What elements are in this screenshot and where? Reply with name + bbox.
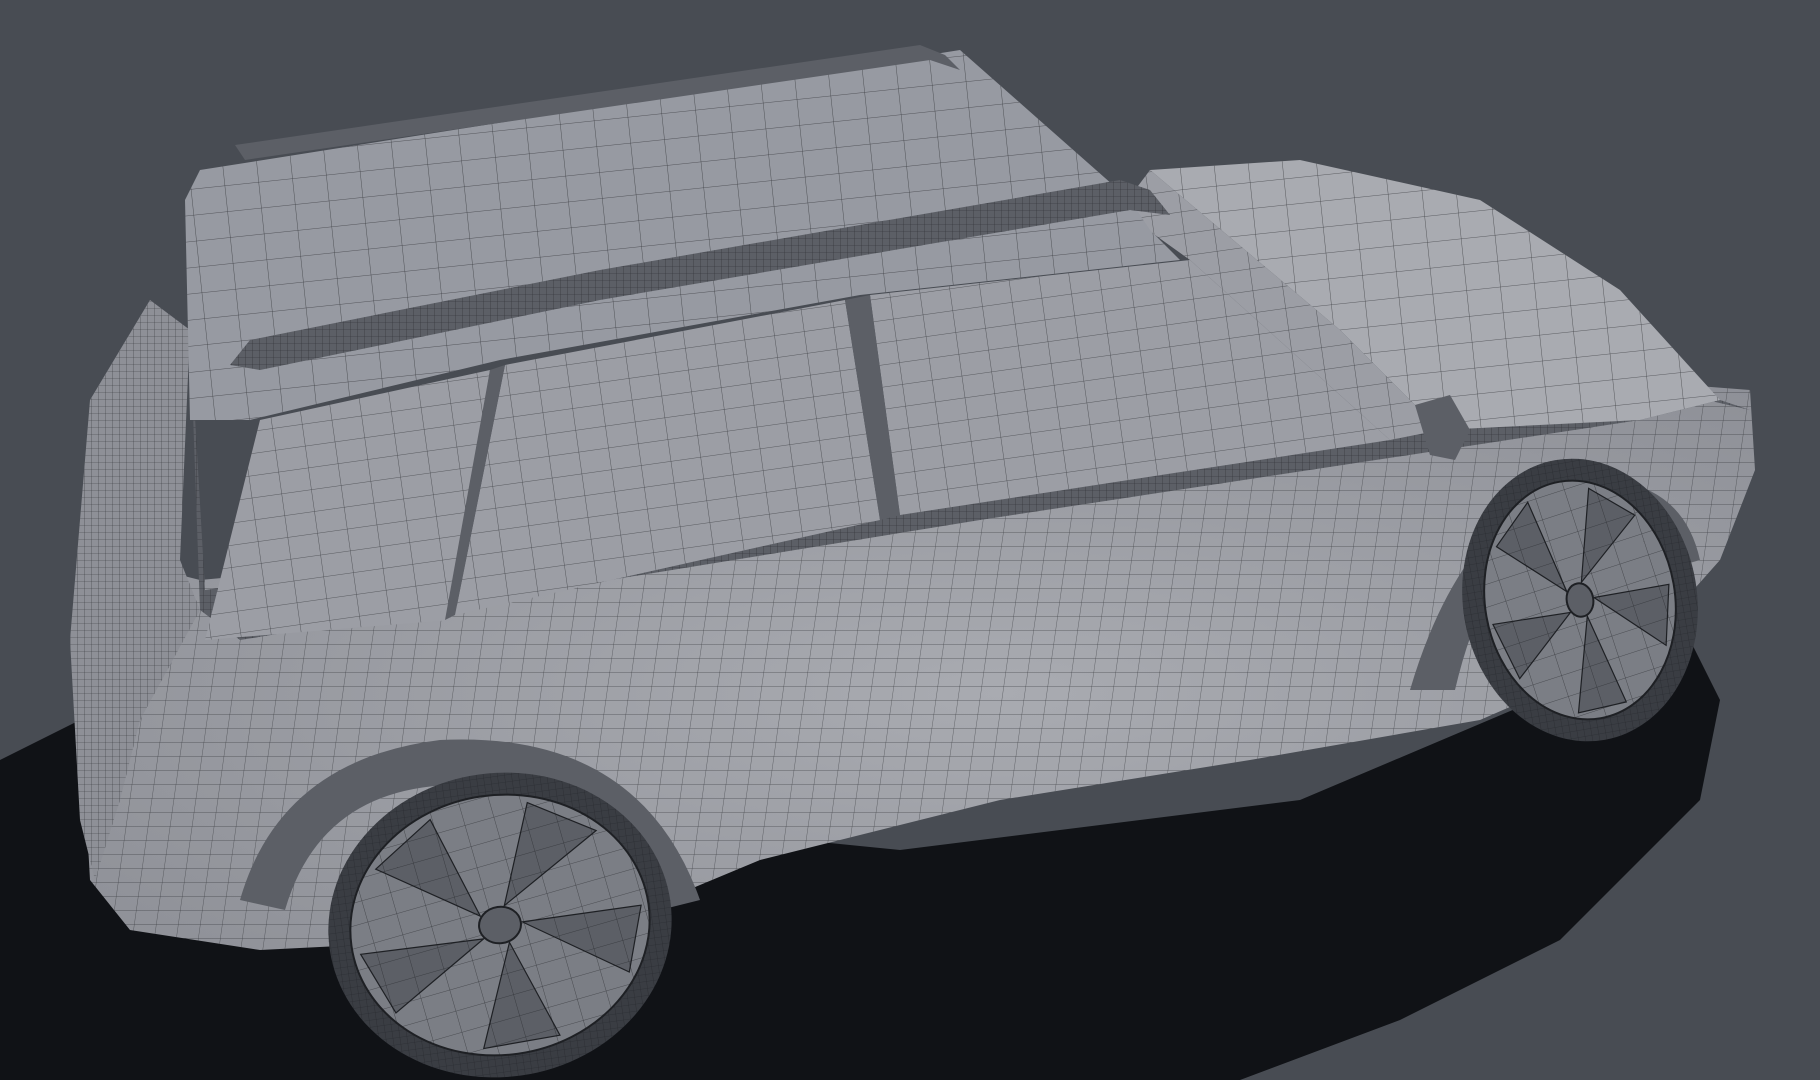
car-wireframe-icon: [0, 45, 1755, 1080]
viewport: [0, 0, 1820, 1080]
